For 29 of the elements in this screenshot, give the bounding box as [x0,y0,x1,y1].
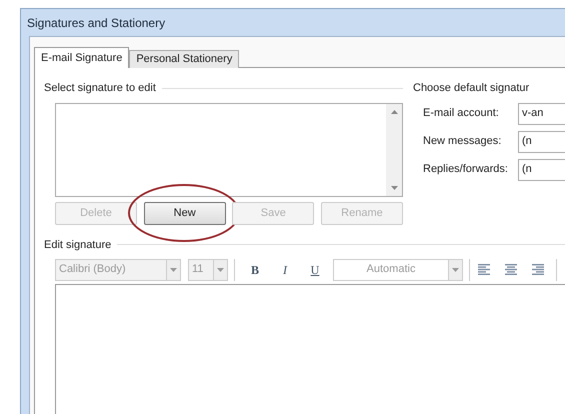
field-label: New messages: [423,134,502,150]
dropdown-button[interactable] [166,260,180,280]
caret-icon [170,268,177,272]
scroll-up-icon[interactable] [390,110,398,114]
align-left-icon[interactable] [478,264,490,275]
align-right-icon[interactable] [532,264,544,275]
signature-list[interactable] [55,102,403,196]
group-label: Select signature to edit [44,81,156,96]
bold-button[interactable]: B [245,260,265,278]
window-title: Signatures and Stationery [27,14,166,32]
caret-icon [452,268,459,272]
scroll-down-icon[interactable] [390,186,398,190]
underline-button[interactable]: U [305,260,325,278]
dropdown-field[interactable]: (n [518,158,565,180]
caret-icon [217,268,224,272]
align-center-icon[interactable] [505,264,517,275]
italic-button[interactable]: I [275,260,295,278]
group-label: Choose default signatur [413,81,530,96]
dropdown-field[interactable]: (n [518,130,565,152]
group-label: Edit signature [44,238,112,252]
tab[interactable]: E-mail Signature [34,47,130,68]
scrollbar[interactable] [386,104,402,196]
dropdown-button[interactable] [213,260,227,280]
button[interactable]: New [144,202,226,224]
tab[interactable]: Personal Stationery [129,50,240,68]
field-label: Replies/forwards: [423,162,509,178]
dropdown-field[interactable]: v-an [518,102,565,124]
dropdown-button[interactable] [448,260,462,280]
field-label: E-mail account: [423,106,500,122]
